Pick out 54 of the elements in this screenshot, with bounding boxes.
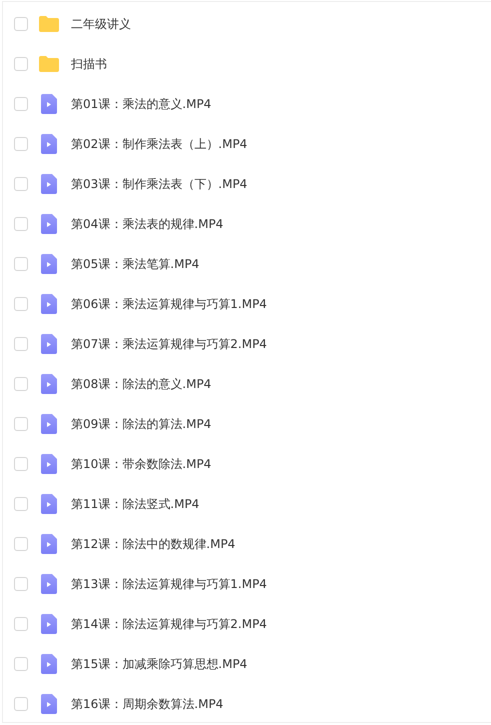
folder-icon (39, 16, 59, 32)
video-file-icon (41, 174, 57, 194)
video-file-icon (41, 694, 57, 714)
video-file-icon (41, 134, 57, 154)
file-name[interactable]: 第13课：除法运算规律与巧算1.MP4 (71, 576, 267, 592)
file-name[interactable]: 第09课：除法的算法.MP4 (71, 416, 212, 432)
checkbox[interactable] (14, 137, 28, 151)
video-file-icon (41, 94, 57, 114)
video-file-icon (41, 374, 57, 394)
video-file-icon (41, 614, 57, 634)
checkbox[interactable] (14, 297, 28, 311)
file-name[interactable]: 扫描书 (71, 56, 107, 72)
file-name[interactable]: 第12课：除法中的数规律.MP4 (71, 536, 236, 552)
file-name[interactable]: 第15课：加减乘除巧算思想.MP4 (71, 656, 248, 672)
checkbox[interactable] (14, 377, 28, 391)
checkbox[interactable] (14, 97, 28, 111)
video-file-icon (41, 294, 57, 314)
video-file-icon (41, 334, 57, 354)
checkbox[interactable] (14, 537, 28, 551)
file-name[interactable]: 第03课：制作乘法表（下）.MP4 (71, 176, 248, 192)
checkbox[interactable] (14, 337, 28, 351)
checkbox[interactable] (14, 577, 28, 591)
video-file-icon (41, 414, 57, 434)
checkbox[interactable] (14, 697, 28, 711)
file-name[interactable]: 第08课：除法的意义.MP4 (71, 376, 212, 392)
checkbox[interactable] (14, 617, 28, 631)
video-file-icon (41, 454, 57, 474)
video-file-icon (41, 494, 57, 514)
checkbox[interactable] (14, 657, 28, 671)
checkbox[interactable] (14, 177, 28, 191)
folder-icon (39, 56, 59, 72)
video-file-icon (41, 574, 57, 594)
file-name[interactable]: 第11课：除法竖式.MP4 (71, 496, 200, 512)
checkbox[interactable] (14, 217, 28, 231)
checkbox[interactable] (14, 417, 28, 431)
checkbox[interactable] (14, 497, 28, 511)
video-file-icon (41, 534, 57, 554)
file-name[interactable]: 第01课：乘法的意义.MP4 (71, 96, 212, 112)
checkbox[interactable] (14, 457, 28, 471)
file-name[interactable]: 第16课：周期余数算法.MP4 (71, 696, 224, 712)
file-name[interactable]: 第04课：乘法表的规律.MP4 (71, 216, 224, 232)
file-name[interactable]: 第14课：除法运算规律与巧算2.MP4 (71, 616, 267, 632)
video-file-icon (41, 654, 57, 674)
file-name[interactable]: 第06课：乘法运算规律与巧算1.MP4 (71, 296, 267, 312)
file-name[interactable]: 第10课：带余数除法.MP4 (71, 456, 212, 472)
file-name[interactable]: 第07课：乘法运算规律与巧算2.MP4 (71, 336, 267, 352)
checkbox[interactable] (14, 17, 28, 31)
video-file-icon (41, 214, 57, 234)
file-name[interactable]: 第02课：制作乘法表（上）.MP4 (71, 136, 248, 152)
file-name[interactable]: 第05课：乘法笔算.MP4 (71, 256, 200, 272)
checkbox[interactable] (14, 57, 28, 71)
file-name[interactable]: 二年级讲义 (71, 16, 131, 32)
video-file-icon (41, 254, 57, 274)
checkbox[interactable] (14, 257, 28, 271)
